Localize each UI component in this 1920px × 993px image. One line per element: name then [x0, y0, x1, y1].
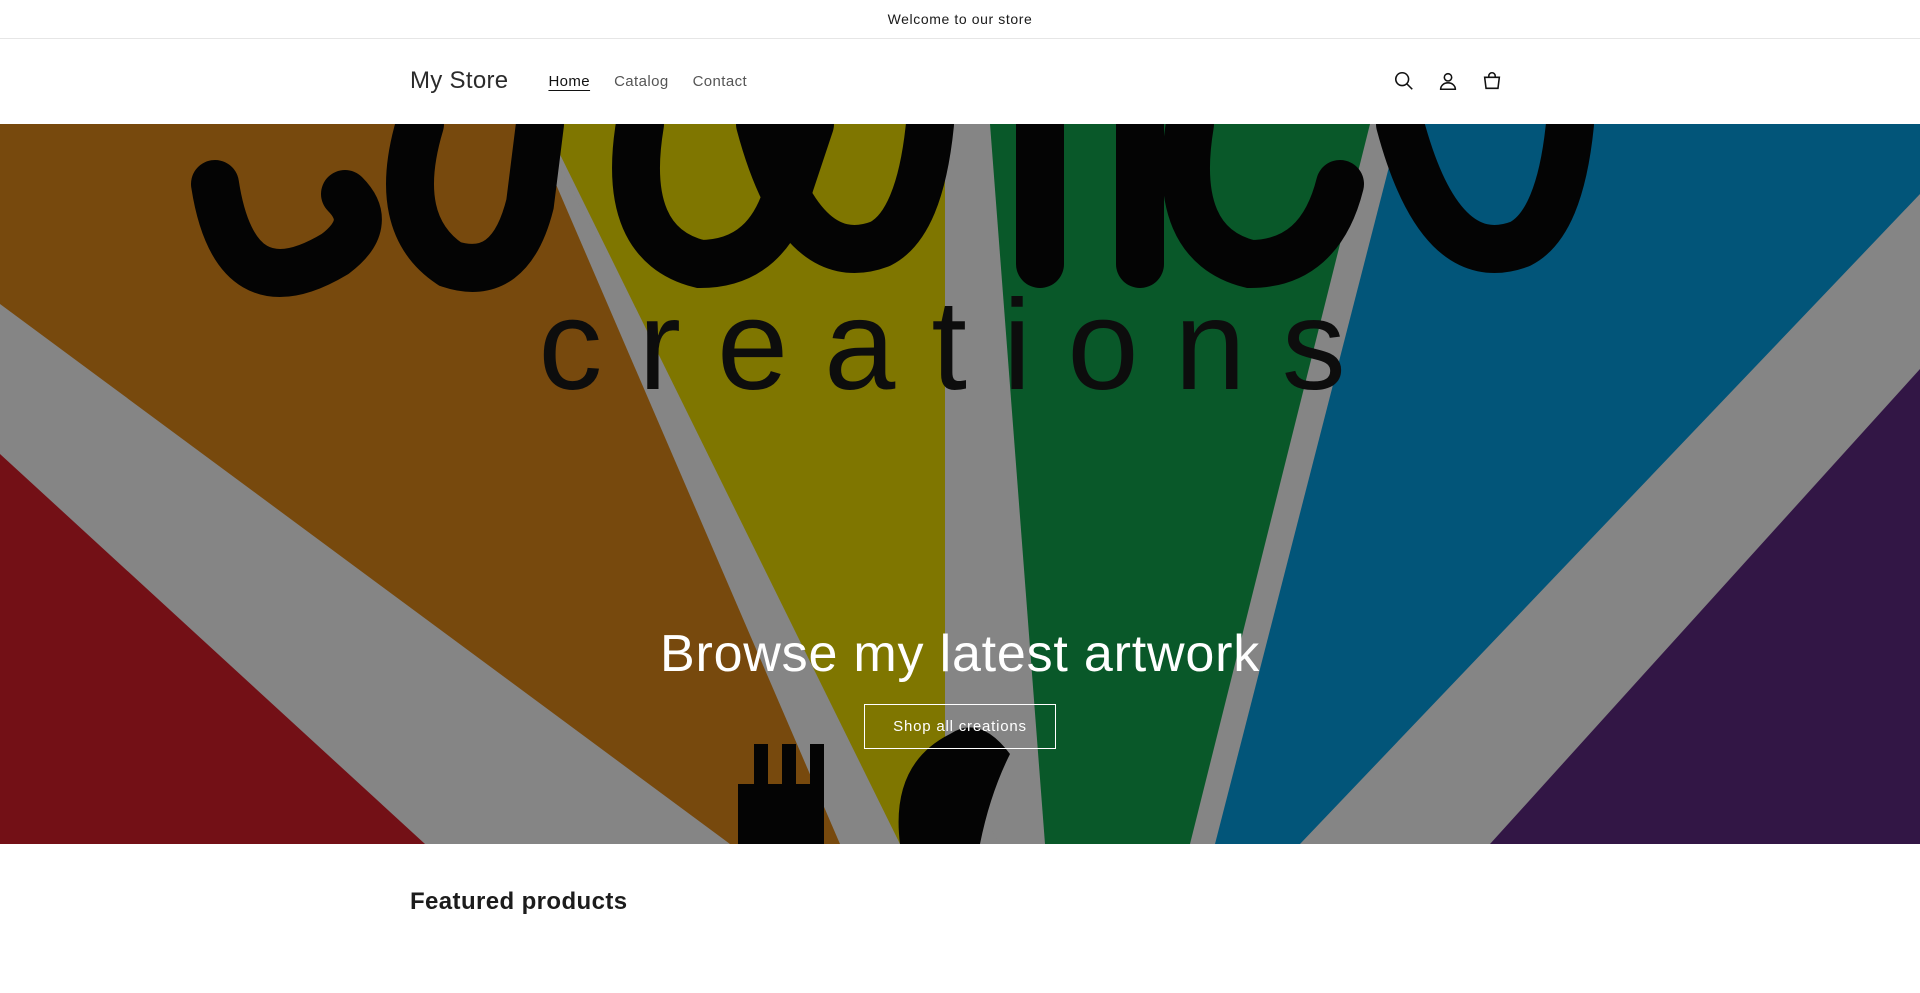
announcement-text: Welcome to our store: [887, 11, 1033, 27]
hero-banner: creations Browse my latest artwork Shop …: [0, 124, 1920, 844]
account-icon[interactable]: [1433, 66, 1463, 96]
cart-icon[interactable]: [1477, 66, 1507, 96]
header-icons: [1389, 66, 1507, 96]
nav-contact[interactable]: Contact: [681, 73, 760, 90]
main-nav: Home Catalog Contact: [536, 73, 759, 90]
store-logo[interactable]: My Store: [410, 67, 508, 95]
hero-content: Browse my latest artwork Shop all creati…: [0, 624, 1920, 749]
shop-all-button[interactable]: Shop all creations: [864, 704, 1056, 749]
header-inner: My Store Home Catalog Contact: [410, 66, 1510, 96]
nav-home[interactable]: Home: [536, 73, 602, 90]
hero-title: Browse my latest artwork: [659, 625, 1260, 683]
search-icon[interactable]: [1389, 66, 1419, 96]
site-header: My Store Home Catalog Contact: [0, 39, 1920, 123]
announcement-bar: Welcome to our store: [0, 0, 1920, 39]
featured-products-heading: Featured products: [410, 888, 628, 915]
nav-catalog[interactable]: Catalog: [602, 73, 681, 90]
